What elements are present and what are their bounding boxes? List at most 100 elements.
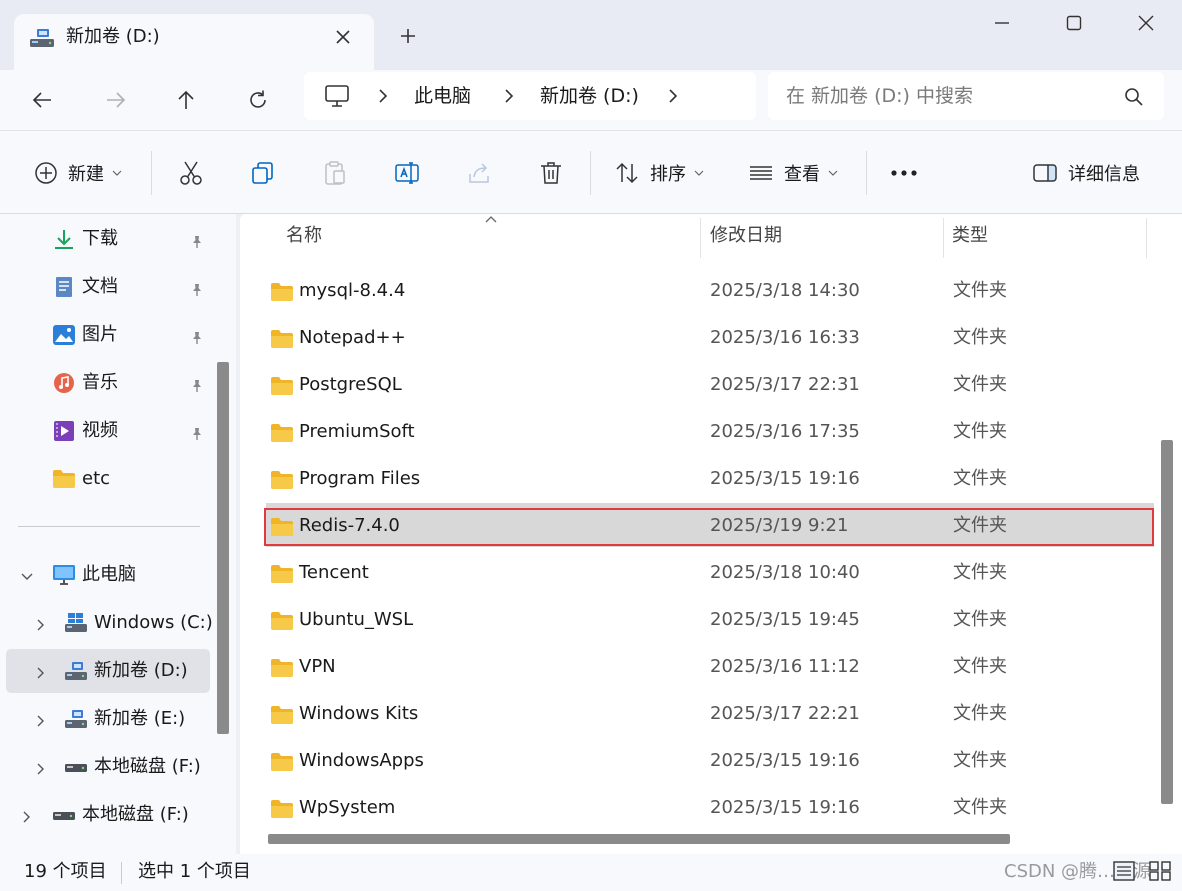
table-row[interactable]: Windows Kits 2025/3/17 22:21 文件夹 <box>266 691 1154 735</box>
column-header-name[interactable]: 名称 <box>286 214 322 258</box>
folder-icon <box>270 422 294 442</box>
file-modified-date: 2025/3/15 19:16 <box>710 468 860 489</box>
sidebar-item-label: etc <box>82 468 111 489</box>
vertical-scrollbar-thumb[interactable] <box>1161 440 1173 804</box>
file-type: 文件夹 <box>953 797 1007 818</box>
refresh-button[interactable] <box>240 82 276 118</box>
ellipsis-icon <box>891 170 917 176</box>
pin-icon[interactable] <box>190 281 204 296</box>
sidebar-item-quick-access[interactable]: 图片 <box>6 313 210 357</box>
table-row[interactable]: mysql-8.4.4 2025/3/18 14:30 文件夹 <box>266 268 1154 312</box>
folder-icon <box>270 798 294 818</box>
view-button[interactable]: 查看 <box>748 155 838 191</box>
sidebar-item-drive[interactable]: 本地磁盘 (F:) <box>6 793 210 837</box>
pin-icon[interactable] <box>190 425 204 440</box>
drive-icon <box>30 29 54 47</box>
sidebar-item-quick-access[interactable]: etc <box>6 457 210 501</box>
toolbar-divider <box>866 151 867 195</box>
sidebar-item-label: 图片 <box>82 324 118 345</box>
up-button[interactable] <box>168 82 204 118</box>
chevron-right-icon[interactable] <box>20 808 34 823</box>
sidebar-item-label: 下载 <box>82 228 118 249</box>
breadcrumb[interactable]: 此电脑 新加卷 (D:) <box>304 72 756 120</box>
sidebar-scrollbar-thumb[interactable] <box>217 362 229 734</box>
table-row[interactable]: Program Files 2025/3/15 19:16 文件夹 <box>266 456 1154 500</box>
forward-button[interactable] <box>98 82 134 118</box>
share-button[interactable] <box>466 155 492 191</box>
breadcrumb-this-pc[interactable]: 此电脑 <box>414 82 471 110</box>
windows-drive-icon <box>64 612 88 634</box>
maximize-button[interactable] <box>1054 8 1094 38</box>
table-row[interactable]: PremiumSoft 2025/3/16 17:35 文件夹 <box>266 409 1154 453</box>
sidebar-item-quick-access[interactable]: 音乐 <box>6 361 210 405</box>
sort-icon <box>616 162 638 184</box>
plus-circle-icon <box>35 162 57 184</box>
sidebar-item-drive[interactable]: 此电脑 <box>6 553 210 597</box>
column-header-modified[interactable]: 修改日期 <box>710 214 782 258</box>
table-row[interactable]: Notepad++ 2025/3/16 16:33 文件夹 <box>266 315 1154 359</box>
chevron-down-icon[interactable] <box>20 568 34 582</box>
file-type: 文件夹 <box>953 703 1007 724</box>
copy-button[interactable] <box>250 155 276 191</box>
breadcrumb-drive-d[interactable]: 新加卷 (D:) <box>540 82 639 110</box>
tiles-view-icon[interactable] <box>1148 860 1172 882</box>
list-view-icon <box>750 166 772 180</box>
table-row[interactable]: WpSystem 2025/3/15 19:16 文件夹 <box>266 785 1154 829</box>
sidebar-item-drive[interactable]: 新加卷 (E:) <box>6 697 210 741</box>
table-row[interactable]: PostgreSQL 2025/3/17 22:31 文件夹 <box>266 362 1154 406</box>
search-input[interactable] <box>786 82 1116 110</box>
delete-button[interactable] <box>538 155 564 191</box>
chevron-right-icon[interactable] <box>34 760 48 775</box>
column-header-type[interactable]: 类型 <box>952 214 988 258</box>
file-modified-date: 2025/3/15 19:16 <box>710 750 860 771</box>
video-icon <box>52 420 76 442</box>
details-pane-button[interactable]: 详细信息 <box>1032 155 1140 191</box>
more-options-button[interactable] <box>890 155 918 191</box>
pin-icon[interactable] <box>190 329 204 344</box>
file-modified-date: 2025/3/15 19:16 <box>710 797 860 818</box>
table-row[interactable]: Ubuntu_WSL 2025/3/15 19:45 文件夹 <box>266 597 1154 641</box>
column-divider[interactable] <box>700 218 701 258</box>
table-row[interactable]: VPN 2025/3/16 11:12 文件夹 <box>266 644 1154 688</box>
column-divider[interactable] <box>943 218 944 258</box>
minimize-button[interactable] <box>982 8 1022 38</box>
sort-button[interactable]: 排序 <box>614 155 704 191</box>
back-button[interactable] <box>24 82 60 118</box>
sidebar-item-drive[interactable]: 本地磁盘 (F:) <box>6 745 210 789</box>
chevron-right-icon[interactable] <box>34 616 48 631</box>
folder-icon <box>52 468 76 490</box>
minimize-icon <box>995 22 1009 24</box>
copy-icon <box>252 162 273 184</box>
table-row[interactable]: Tencent 2025/3/18 10:40 文件夹 <box>266 550 1154 594</box>
sidebar-item-drive[interactable]: Windows (C:) <box>6 601 213 645</box>
tab-close-button[interactable] <box>330 24 356 50</box>
status-bar: 19 个项目 选中 1 个项目 CSDN @腾…开源 <box>0 854 1182 891</box>
file-name: Windows Kits <box>299 703 419 724</box>
trash-icon <box>541 162 561 184</box>
pin-icon[interactable] <box>190 233 204 248</box>
sidebar-item-quick-access[interactable]: 下载 <box>6 217 210 261</box>
details-view-icon[interactable] <box>1112 860 1136 882</box>
search-box[interactable] <box>768 72 1164 120</box>
new-button[interactable]: 新建 <box>34 155 122 191</box>
column-divider[interactable] <box>1146 218 1147 258</box>
file-type: 文件夹 <box>953 656 1007 677</box>
cut-button[interactable] <box>178 155 204 191</box>
pin-icon[interactable] <box>190 377 204 392</box>
sidebar-item-quick-access[interactable]: 文档 <box>6 265 210 309</box>
file-modified-date: 2025/3/16 17:35 <box>710 421 860 442</box>
tab-active[interactable]: 新加卷 (D:) <box>14 14 374 72</box>
sidebar-item-quick-access[interactable]: 视频 <box>6 409 210 453</box>
file-type: 文件夹 <box>953 562 1007 583</box>
file-name: Program Files <box>299 468 421 489</box>
chevron-right-icon[interactable] <box>34 664 48 679</box>
chevron-right-icon[interactable] <box>34 712 48 727</box>
refresh-icon <box>250 90 266 108</box>
sidebar-item-drive[interactable]: 新加卷 (D:) <box>6 649 210 693</box>
horizontal-scrollbar-thumb[interactable] <box>268 834 1010 844</box>
paste-button[interactable] <box>322 155 348 191</box>
rename-button[interactable] <box>394 155 420 191</box>
new-tab-button[interactable] <box>394 22 422 50</box>
close-window-button[interactable] <box>1126 8 1166 38</box>
table-row[interactable]: WindowsApps 2025/3/15 19:16 文件夹 <box>266 738 1154 782</box>
